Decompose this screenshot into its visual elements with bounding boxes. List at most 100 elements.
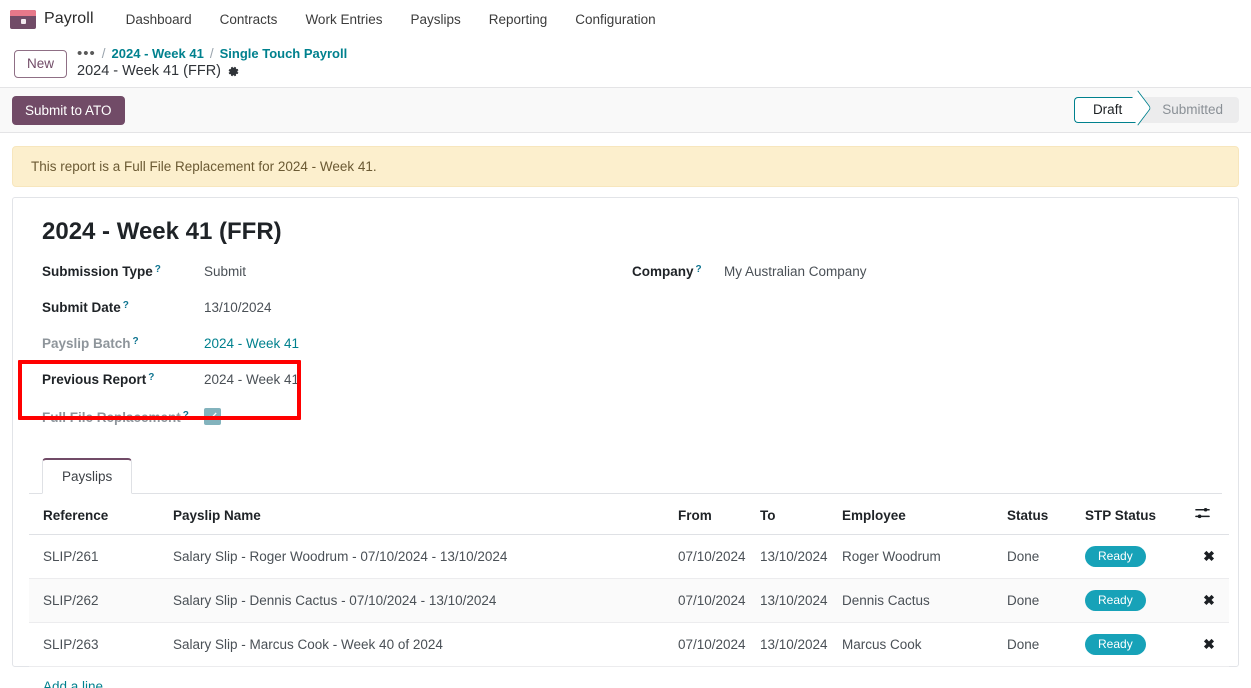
column-header-employee[interactable]: Employee <box>836 494 1001 535</box>
column-header-to[interactable]: To <box>754 494 836 535</box>
status-stage-draft[interactable]: Draft <box>1074 97 1138 123</box>
field-label-submission-type: Submission Type ? <box>42 264 204 279</box>
form-sheet: 2024 - Week 41 (FFR) Submission Type ? S… <box>12 197 1239 667</box>
help-icon[interactable]: ? <box>148 372 154 383</box>
cell-employee[interactable]: Roger Woodrum <box>836 535 1001 579</box>
label-text: Payslip Batch <box>42 336 131 351</box>
delete-row-icon[interactable]: ✖ <box>1203 636 1215 653</box>
delete-row-icon[interactable]: ✖ <box>1203 592 1215 609</box>
cell-to[interactable]: 13/10/2024 <box>754 579 836 623</box>
full-file-replacement-checkbox[interactable] <box>204 408 221 425</box>
status-badge[interactable]: Ready <box>1085 634 1146 655</box>
menu-item-dashboard[interactable]: Dashboard <box>112 6 206 33</box>
column-header-from[interactable]: From <box>672 494 754 535</box>
cell-payslip-name[interactable]: Salary Slip - Marcus Cook - Week 40 of 2… <box>167 623 672 667</box>
add-a-line-button[interactable]: Add a line <box>29 667 103 688</box>
cell-stp-status: Ready <box>1079 535 1189 579</box>
help-icon[interactable]: ? <box>696 264 702 275</box>
column-header-payslip-name[interactable]: Payslip Name <box>167 494 672 535</box>
table-body: SLIP/261 Salary Slip - Roger Woodrum - 0… <box>29 535 1229 667</box>
label-text: Previous Report <box>42 372 146 387</box>
submit-to-ato-button[interactable]: Submit to ATO <box>12 96 125 125</box>
field-label-full-file-replacement: Full File Replacement ? <box>42 410 220 425</box>
cell-payslip-name[interactable]: Salary Slip - Dennis Cactus - 07/10/2024… <box>167 579 672 623</box>
cell-stp-status: Ready <box>1079 579 1189 623</box>
cell-status[interactable]: Done <box>1001 623 1079 667</box>
cell-from[interactable]: 07/10/2024 <box>672 623 754 667</box>
field-label-previous-report: Previous Report ? <box>42 372 204 387</box>
field-value-payslip-batch[interactable]: 2024 - Week 41 <box>204 336 299 351</box>
menu-item-reporting[interactable]: Reporting <box>475 6 562 33</box>
status-badge[interactable]: Ready <box>1085 546 1146 567</box>
payroll-app-icon <box>10 10 36 29</box>
status-bar: Draft Submitted <box>1074 97 1239 123</box>
table-row[interactable]: SLIP/261 Salary Slip - Roger Woodrum - 0… <box>29 535 1229 579</box>
label-text: Full File Replacement <box>42 410 181 425</box>
help-icon[interactable]: ? <box>133 336 139 347</box>
cell-status[interactable]: Done <box>1001 535 1079 579</box>
cell-reference[interactable]: SLIP/262 <box>29 579 167 623</box>
field-label-submit-date: Submit Date ? <box>42 300 204 315</box>
breadcrumb-current: 2024 - Week 41 (FFR) <box>77 63 347 79</box>
form-column-left: Submission Type ? Submit Submit Date ? 1… <box>42 260 632 440</box>
breadcrumb-item-stp[interactable]: Single Touch Payroll <box>220 46 348 61</box>
tab-payslips[interactable]: Payslips <box>42 458 132 494</box>
field-full-file-replacement: Full File Replacement ? <box>42 404 632 440</box>
cell-reference[interactable]: SLIP/261 <box>29 535 167 579</box>
full-file-replacement-alert: This report is a Full File Replacement f… <box>12 146 1239 187</box>
help-icon[interactable]: ? <box>155 264 161 275</box>
field-submit-date: Submit Date ? 13/10/2024 <box>42 296 632 332</box>
help-icon[interactable]: ? <box>183 410 189 421</box>
cell-delete: ✖ <box>1189 579 1229 623</box>
cell-delete: ✖ <box>1189 623 1229 667</box>
sliders-icon[interactable] <box>1195 506 1210 524</box>
breadcrumb-overflow-icon[interactable]: ••• <box>77 49 96 59</box>
menu-item-contracts[interactable]: Contracts <box>206 6 292 33</box>
field-value-submission-type[interactable]: Submit <box>204 264 246 279</box>
gear-icon[interactable] <box>227 65 240 78</box>
field-value-previous-report[interactable]: 2024 - Week 41 <box>204 372 299 387</box>
menu-item-payslips[interactable]: Payslips <box>396 6 474 33</box>
cell-stp-status: Ready <box>1079 623 1189 667</box>
new-button[interactable]: New <box>14 50 67 78</box>
delete-row-icon[interactable]: ✖ <box>1203 548 1215 565</box>
breadcrumb-separator: / <box>210 46 214 61</box>
table-row[interactable]: SLIP/262 Salary Slip - Dennis Cactus - 0… <box>29 579 1229 623</box>
cell-employee[interactable]: Marcus Cook <box>836 623 1001 667</box>
payslips-table: Reference Payslip Name From To Employee … <box>29 494 1229 667</box>
top-navbar: Payroll Dashboard Contracts Work Entries… <box>0 0 1251 38</box>
breadcrumb-path: ••• / 2024 - Week 41 / Single Touch Payr… <box>77 46 347 61</box>
status-badge[interactable]: Ready <box>1085 590 1146 611</box>
cell-employee[interactable]: Dennis Cactus <box>836 579 1001 623</box>
help-icon[interactable]: ? <box>123 300 129 311</box>
menu-item-configuration[interactable]: Configuration <box>561 6 669 33</box>
status-stage-submitted[interactable]: Submitted <box>1138 97 1239 123</box>
table-row[interactable]: SLIP/263 Salary Slip - Marcus Cook - Wee… <box>29 623 1229 667</box>
notebook-tabs: Payslips <box>29 458 1222 494</box>
breadcrumb-item-batch[interactable]: 2024 - Week 41 <box>112 46 204 61</box>
field-label-company: Company ? <box>632 264 724 279</box>
app-brand[interactable]: Payroll <box>10 10 94 29</box>
cell-from[interactable]: 07/10/2024 <box>672 535 754 579</box>
cell-status[interactable]: Done <box>1001 579 1079 623</box>
menu-item-work-entries[interactable]: Work Entries <box>291 6 396 33</box>
field-submission-type: Submission Type ? Submit <box>42 260 632 296</box>
field-value-company[interactable]: My Australian Company <box>724 264 867 279</box>
field-company: Company ? My Australian Company <box>632 260 1222 296</box>
column-header-stp-status[interactable]: STP Status <box>1079 494 1189 535</box>
cell-to[interactable]: 13/10/2024 <box>754 623 836 667</box>
cell-reference[interactable]: SLIP/263 <box>29 623 167 667</box>
cell-to[interactable]: 13/10/2024 <box>754 535 836 579</box>
column-header-status[interactable]: Status <box>1001 494 1079 535</box>
column-header-options[interactable] <box>1189 494 1229 535</box>
column-header-reference[interactable]: Reference <box>29 494 167 535</box>
main-menu: Dashboard Contracts Work Entries Payslip… <box>112 6 670 33</box>
field-label-payslip-batch: Payslip Batch ? <box>42 336 204 351</box>
cell-payslip-name[interactable]: Salary Slip - Roger Woodrum - 07/10/2024… <box>167 535 672 579</box>
field-value-submit-date[interactable]: 13/10/2024 <box>204 300 272 315</box>
form-column-right: Company ? My Australian Company <box>632 260 1222 440</box>
cell-from[interactable]: 07/10/2024 <box>672 579 754 623</box>
action-bar: Submit to ATO Draft Submitted <box>0 87 1251 133</box>
cell-delete: ✖ <box>1189 535 1229 579</box>
field-value-full-file-replacement <box>204 408 221 425</box>
